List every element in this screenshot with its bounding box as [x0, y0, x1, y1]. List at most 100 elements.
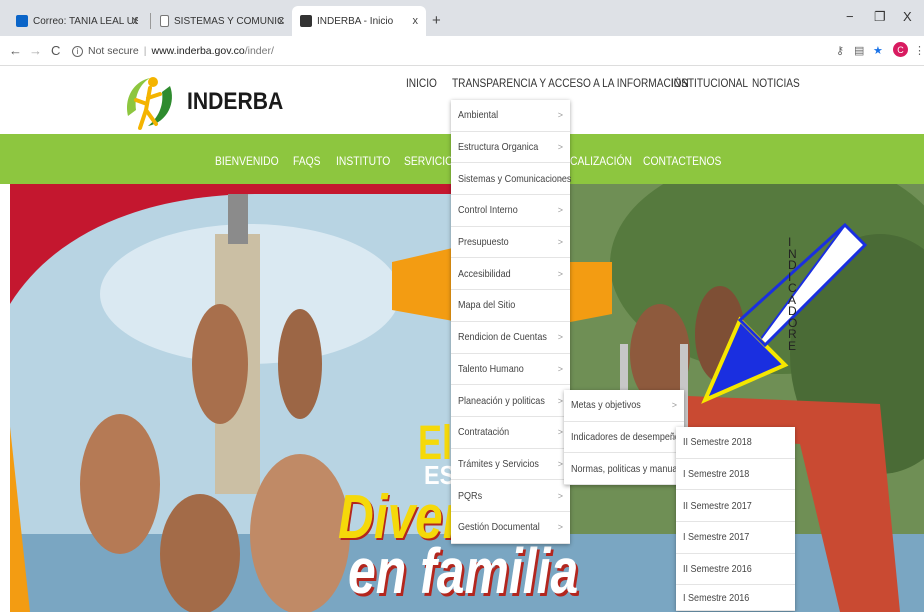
- menu-item-pqrs[interactable]: PQRs >: [451, 480, 570, 512]
- nav-transparencia[interactable]: TRANSPARENCIA Y ACCESO A LA INFORMACIÓN: [452, 78, 689, 90]
- annotation-label: I N D I C A D O R E: [788, 236, 797, 352]
- chevron-right-icon: >: [557, 427, 563, 438]
- menu-item-i-semestre-2018[interactable]: I Semestre 2018: [676, 459, 795, 491]
- nav-faqs[interactable]: FAQS: [293, 154, 321, 168]
- close-window-icon[interactable]: X: [903, 9, 912, 24]
- menu-item-label: Sistemas y Comunicaciones: [458, 172, 572, 185]
- nav-bienvenido[interactable]: BIENVENIDO: [215, 154, 279, 168]
- menu-item-ii-semestre-2018[interactable]: II Semestre 2018: [676, 427, 795, 459]
- address-bar[interactable]: i Not secure | www.inderba.gov.co/inder/: [72, 41, 824, 61]
- chevron-right-icon: >: [671, 400, 677, 411]
- chevron-right-icon: >: [557, 205, 563, 216]
- nav-instituto[interactable]: INSTITUTO: [336, 154, 390, 168]
- chevron-right-icon: >: [557, 395, 563, 406]
- chevron-right-icon: >: [557, 268, 563, 279]
- tab-title: INDERBA - Inicio: [317, 15, 394, 27]
- tab-title: Correo: TANIA LEAL USURIAGA -: [33, 15, 138, 27]
- info-icon[interactable]: i: [72, 45, 83, 57]
- menu-item-label: Indicadores de desempeño: [571, 431, 680, 444]
- nav-fiscalizacion[interactable]: CALIZACIÓN: [570, 154, 632, 168]
- outlook-icon: [16, 15, 28, 27]
- site-favicon: [300, 15, 312, 27]
- menu-item-label: I Semestre 2018: [683, 468, 750, 481]
- menu-item-accesibilidad[interactable]: Accesibilidad >: [451, 258, 570, 291]
- menu-item-i-semestre-2016[interactable]: I Semestre 2016: [676, 585, 795, 612]
- menu-item-label: Contratación: [458, 426, 510, 439]
- nav-institucional[interactable]: INSTITUCIONAL: [671, 78, 748, 90]
- menu-item-ambiental[interactable]: Ambiental >: [451, 100, 570, 132]
- menu-item-rendicion-de-cuentas[interactable]: Rendicion de Cuentas >: [451, 322, 570, 354]
- url-host: www.inderba.gov.co: [151, 45, 245, 57]
- menu-item-contratacion[interactable]: Contratación >: [451, 417, 570, 449]
- logo-text[interactable]: INDERBA: [187, 88, 283, 116]
- url-path: /inder/: [244, 45, 274, 57]
- new-tab-button[interactable]: +: [432, 12, 441, 29]
- menu-item-label: Talento Humano: [458, 362, 524, 375]
- tab-title: SISTEMAS Y COMUNICACIONES: [174, 15, 284, 27]
- transparencia-dropdown: Ambiental > Estructura Organica > Sistemas…: [451, 100, 572, 544]
- page-icon: [160, 15, 169, 27]
- nav-contactenos[interactable]: CONTACTENOS: [643, 154, 721, 168]
- minimize-icon[interactable]: −: [846, 9, 854, 24]
- menu-item-metas-objetivos[interactable]: Metas y objetivos >: [564, 390, 684, 422]
- reload-icon[interactable]: C: [51, 43, 60, 58]
- tab-divider: [150, 13, 151, 29]
- bookmark-star-icon[interactable]: ★: [873, 44, 883, 57]
- menu-item-label: II Semestre 2017: [683, 499, 752, 512]
- menu-item-label: II Semestre 2016: [683, 563, 752, 576]
- chevron-right-icon: >: [557, 363, 563, 374]
- menu-item-label: Planeación y politicas: [458, 394, 545, 407]
- menu-item-control-interno[interactable]: Control Interno >: [451, 195, 570, 227]
- menu-item-sistemas-comunicaciones[interactable]: Sistemas y Comunicaciones >: [451, 163, 572, 196]
- menu-item-planeacion-politicas[interactable]: Planeación y politicas >: [451, 385, 570, 417]
- menu-item-label: Metas y objetivos: [571, 399, 641, 412]
- annotation-arrow-icon: [701, 222, 868, 404]
- menu-item-gestion-documental[interactable]: Gestión Documental >: [451, 512, 570, 544]
- menu-item-label: I Semestre 2016: [683, 591, 750, 604]
- security-label: Not secure: [88, 45, 139, 57]
- menu-item-indicadores-desempeno[interactable]: Indicadores de desempeño >: [564, 422, 684, 454]
- menu-item-label: Ambiental: [458, 109, 499, 122]
- nav-servicio[interactable]: SERVICIO: [404, 154, 453, 168]
- menu-item-label: Estructura Organica: [458, 141, 539, 154]
- nav-inicio[interactable]: INICIO: [406, 78, 437, 90]
- tab-outlook[interactable]: Correo: TANIA LEAL USURIAGA - x: [8, 6, 146, 36]
- inderba-logo-icon[interactable]: [120, 70, 178, 132]
- chevron-right-icon: >: [557, 173, 563, 184]
- back-icon[interactable]: ←: [9, 43, 22, 58]
- menu-item-mapa-del-sitio[interactable]: Mapa del Sitio: [451, 290, 570, 322]
- menu-item-normas-politicas-manuales[interactable]: Normas, politicas y manuales: [564, 453, 689, 486]
- menu-item-ii-semestre-2016[interactable]: II Semestre 2016: [676, 554, 795, 586]
- menu-item-tramites-servicios[interactable]: Trámites y Servicios >: [451, 449, 570, 481]
- tab-inderba[interactable]: INDERBA - Inicio x: [292, 6, 426, 36]
- chevron-right-icon: >: [557, 522, 563, 533]
- tab-sistemas[interactable]: SISTEMAS Y COMUNICACIONES x: [152, 6, 292, 36]
- forward-icon[interactable]: →: [29, 43, 42, 58]
- menu-item-label: Normas, politicas y manuales: [571, 462, 689, 475]
- hero-left-edge: [0, 184, 10, 612]
- close-tab-icon[interactable]: x: [133, 15, 139, 27]
- chevron-right-icon: >: [557, 458, 563, 469]
- menu-item-presupuesto[interactable]: Presupuesto >: [451, 227, 570, 259]
- menu-item-label: Gestión Documental: [458, 521, 540, 534]
- menu-item-label: PQRs: [458, 489, 483, 502]
- extension-icon[interactable]: ▤: [854, 44, 864, 57]
- menu-item-label: Control Interno: [458, 204, 518, 217]
- menu-dots-icon[interactable]: ⋮: [914, 44, 924, 57]
- indicadores-submenu: II Semestre 2018 I Semestre 2018 II Seme…: [676, 427, 795, 612]
- menu-item-ii-semestre-2017[interactable]: II Semestre 2017: [676, 490, 795, 523]
- close-tab-icon[interactable]: x: [413, 15, 419, 27]
- menu-item-label: I Semestre 2017: [683, 531, 750, 544]
- menu-item-label: Accesibilidad: [458, 267, 511, 280]
- menu-item-label: Presupuesto: [458, 236, 509, 249]
- key-icon[interactable]: ⚷: [836, 44, 844, 57]
- chevron-right-icon: >: [557, 490, 563, 501]
- maximize-icon[interactable]: ❐: [874, 9, 886, 25]
- menu-item-estructura-organica[interactable]: Estructura Organica >: [451, 132, 570, 164]
- menu-item-i-semestre-2017[interactable]: I Semestre 2017: [676, 522, 795, 554]
- nav-noticias[interactable]: NOTICIAS: [752, 78, 800, 90]
- chevron-right-icon: >: [557, 110, 563, 121]
- close-tab-icon[interactable]: x: [279, 15, 285, 27]
- menu-item-talento-humano[interactable]: Talento Humano >: [451, 354, 570, 386]
- profile-avatar[interactable]: C: [893, 42, 908, 57]
